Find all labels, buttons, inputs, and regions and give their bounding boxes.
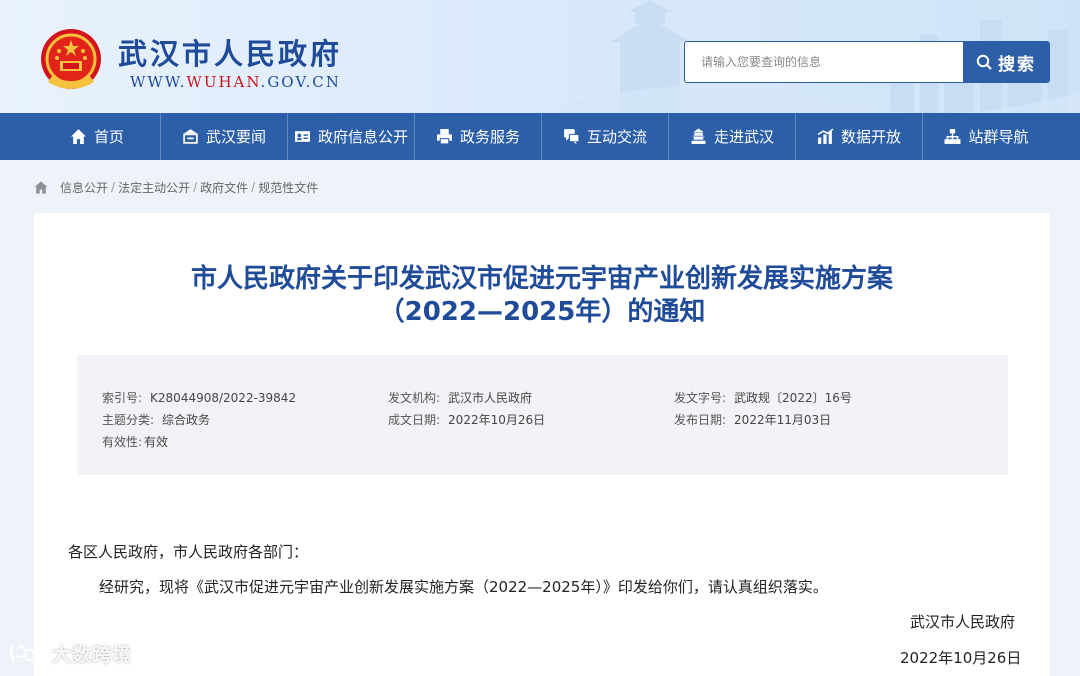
document-title: 市人民政府关于印发武汉市促进元宇宙产业创新发展实施方案 （2022—2025年）…	[34, 263, 1050, 329]
meta-key: 发文机构:	[388, 391, 441, 405]
meta-value: 综合政务	[162, 413, 211, 427]
meta-value: K28044908/2022-39842	[150, 391, 297, 405]
id-card-icon	[295, 131, 310, 142]
nav-item-label: 互动交流	[586, 128, 647, 146]
watermark-logo-icon	[10, 645, 47, 662]
nav-item-label: 数据开放	[840, 128, 901, 146]
nav-item-interaction[interactable]: 互动交流	[542, 113, 669, 160]
meta-index: 索引号: K28044908/2022-39842	[102, 389, 296, 406]
site-header: 武汉市人民政府 WWW.WUHAN.GOV.CN 搜索	[0, 0, 1080, 113]
nav-item-home[interactable]: 首页	[34, 113, 161, 160]
body-paragraph: 经研究，现将《武汉市促进元宇宙产业创新发展实施方案（2022—2025年）》印发…	[99, 578, 828, 596]
document-title-line2: （2022—2025年）的通知	[378, 297, 706, 327]
search-input[interactable]	[685, 42, 965, 82]
search-button[interactable]: 搜索	[963, 42, 1049, 82]
nav-item-site-nav[interactable]: 站群导航	[923, 113, 1050, 160]
nav-item-gov-info[interactable]: 政府信息公开	[288, 113, 415, 160]
meta-key: 主题分类:	[102, 413, 155, 427]
nav-item-label: 政务服务	[459, 128, 520, 146]
meta-key: 有效性:	[102, 435, 143, 449]
site-url[interactable]: WWW.WUHAN.GOV.CN	[130, 73, 341, 91]
meta-key: 发布日期:	[674, 413, 727, 427]
meta-created-date: 成文日期: 2022年10月26日	[388, 411, 545, 428]
meta-value: 有效	[144, 435, 169, 449]
nav-item-open-data[interactable]: 数据开放	[796, 113, 923, 160]
breadcrumb-separator: /	[193, 180, 198, 194]
site-url-prefix: WWW.	[130, 73, 187, 91]
search-icon	[976, 54, 992, 70]
landmark-icon	[691, 128, 706, 144]
document-title-line1: 市人民政府关于印发武汉市促进元宇宙产业创新发展实施方案	[190, 264, 893, 294]
breadcrumb-item[interactable]: 法定主动公开	[118, 179, 190, 196]
salutation: 各区人民政府，市人民政府各部门：	[68, 543, 309, 561]
nav-item-label: 武汉要闻	[205, 128, 266, 146]
nav-item-about-wuhan[interactable]: 走进武汉	[669, 113, 796, 160]
breadcrumb-separator: /	[251, 180, 256, 194]
search-button-label: 搜索	[998, 54, 1036, 75]
home-icon[interactable]	[34, 180, 48, 194]
meta-value: 2022年11月03日	[734, 413, 832, 427]
watermark-text: 大数跨境	[52, 644, 133, 666]
signature: 武汉市人民政府	[910, 613, 1016, 631]
main-nav: 首页 武汉要闻 政府信息公开 政务服务 互动交流 走进武汉 数据开放 站群导航	[0, 113, 1080, 160]
chart-icon	[817, 128, 834, 144]
meta-key: 成文日期:	[388, 413, 441, 427]
breadcrumb-item[interactable]: 信息公开	[60, 179, 108, 196]
nav-item-label: 首页	[93, 128, 124, 146]
signature-date: 2022年10月26日	[900, 649, 1022, 667]
breadcrumb-item[interactable]: 政府文件	[200, 179, 248, 196]
nav-item-news[interactable]: 武汉要闻	[161, 113, 288, 160]
home-icon	[71, 129, 86, 144]
chat-icon	[564, 129, 580, 145]
printer-icon	[437, 129, 452, 145]
breadcrumb-item[interactable]: 规范性文件	[258, 179, 318, 196]
news-icon	[183, 129, 198, 144]
meta-value: 武政规〔2022〕16号	[734, 391, 852, 405]
meta-key: 索引号:	[102, 391, 143, 405]
nav-item-label: 站群导航	[968, 128, 1029, 146]
meta-validity: 有效性: 有效	[102, 433, 168, 450]
meta-value: 武汉市人民政府	[448, 391, 533, 405]
breadcrumb: 信息公开 / 法定主动公开 / 政府文件 / 规范性文件	[34, 178, 318, 196]
national-emblem-logo	[41, 29, 101, 89]
meta-key: 发文字号:	[674, 391, 727, 405]
site-title[interactable]: 武汉市人民政府	[118, 31, 342, 73]
document-card: 市人民政府关于印发武汉市促进元宇宙产业创新发展实施方案 （2022—2025年）…	[34, 213, 1050, 676]
breadcrumb-separator: /	[111, 180, 116, 194]
nav-item-label: 政府信息公开	[317, 128, 408, 146]
meta-doc-number: 发文字号: 武政规〔2022〕16号	[674, 389, 852, 406]
site-url-suffix: .GOV.CN	[260, 73, 341, 91]
site-url-highlight: WUHAN	[186, 73, 261, 91]
meta-topic: 主题分类: 综合政务	[102, 411, 210, 428]
nav-item-label: 走进武汉	[713, 128, 774, 146]
meta-issuer: 发文机构: 武汉市人民政府	[388, 389, 532, 406]
search-bar: 搜索	[684, 41, 1050, 83]
nav-item-services[interactable]: 政务服务	[415, 113, 542, 160]
sitemap-icon	[945, 129, 961, 144]
meta-value: 2022年10月26日	[448, 413, 546, 427]
meta-published-date: 发布日期: 2022年11月03日	[674, 411, 831, 428]
watermark: 大数跨境	[8, 640, 132, 667]
document-metadata: 索引号: K28044908/2022-39842 发文机构: 武汉市人民政府 发文…	[77, 355, 1008, 475]
